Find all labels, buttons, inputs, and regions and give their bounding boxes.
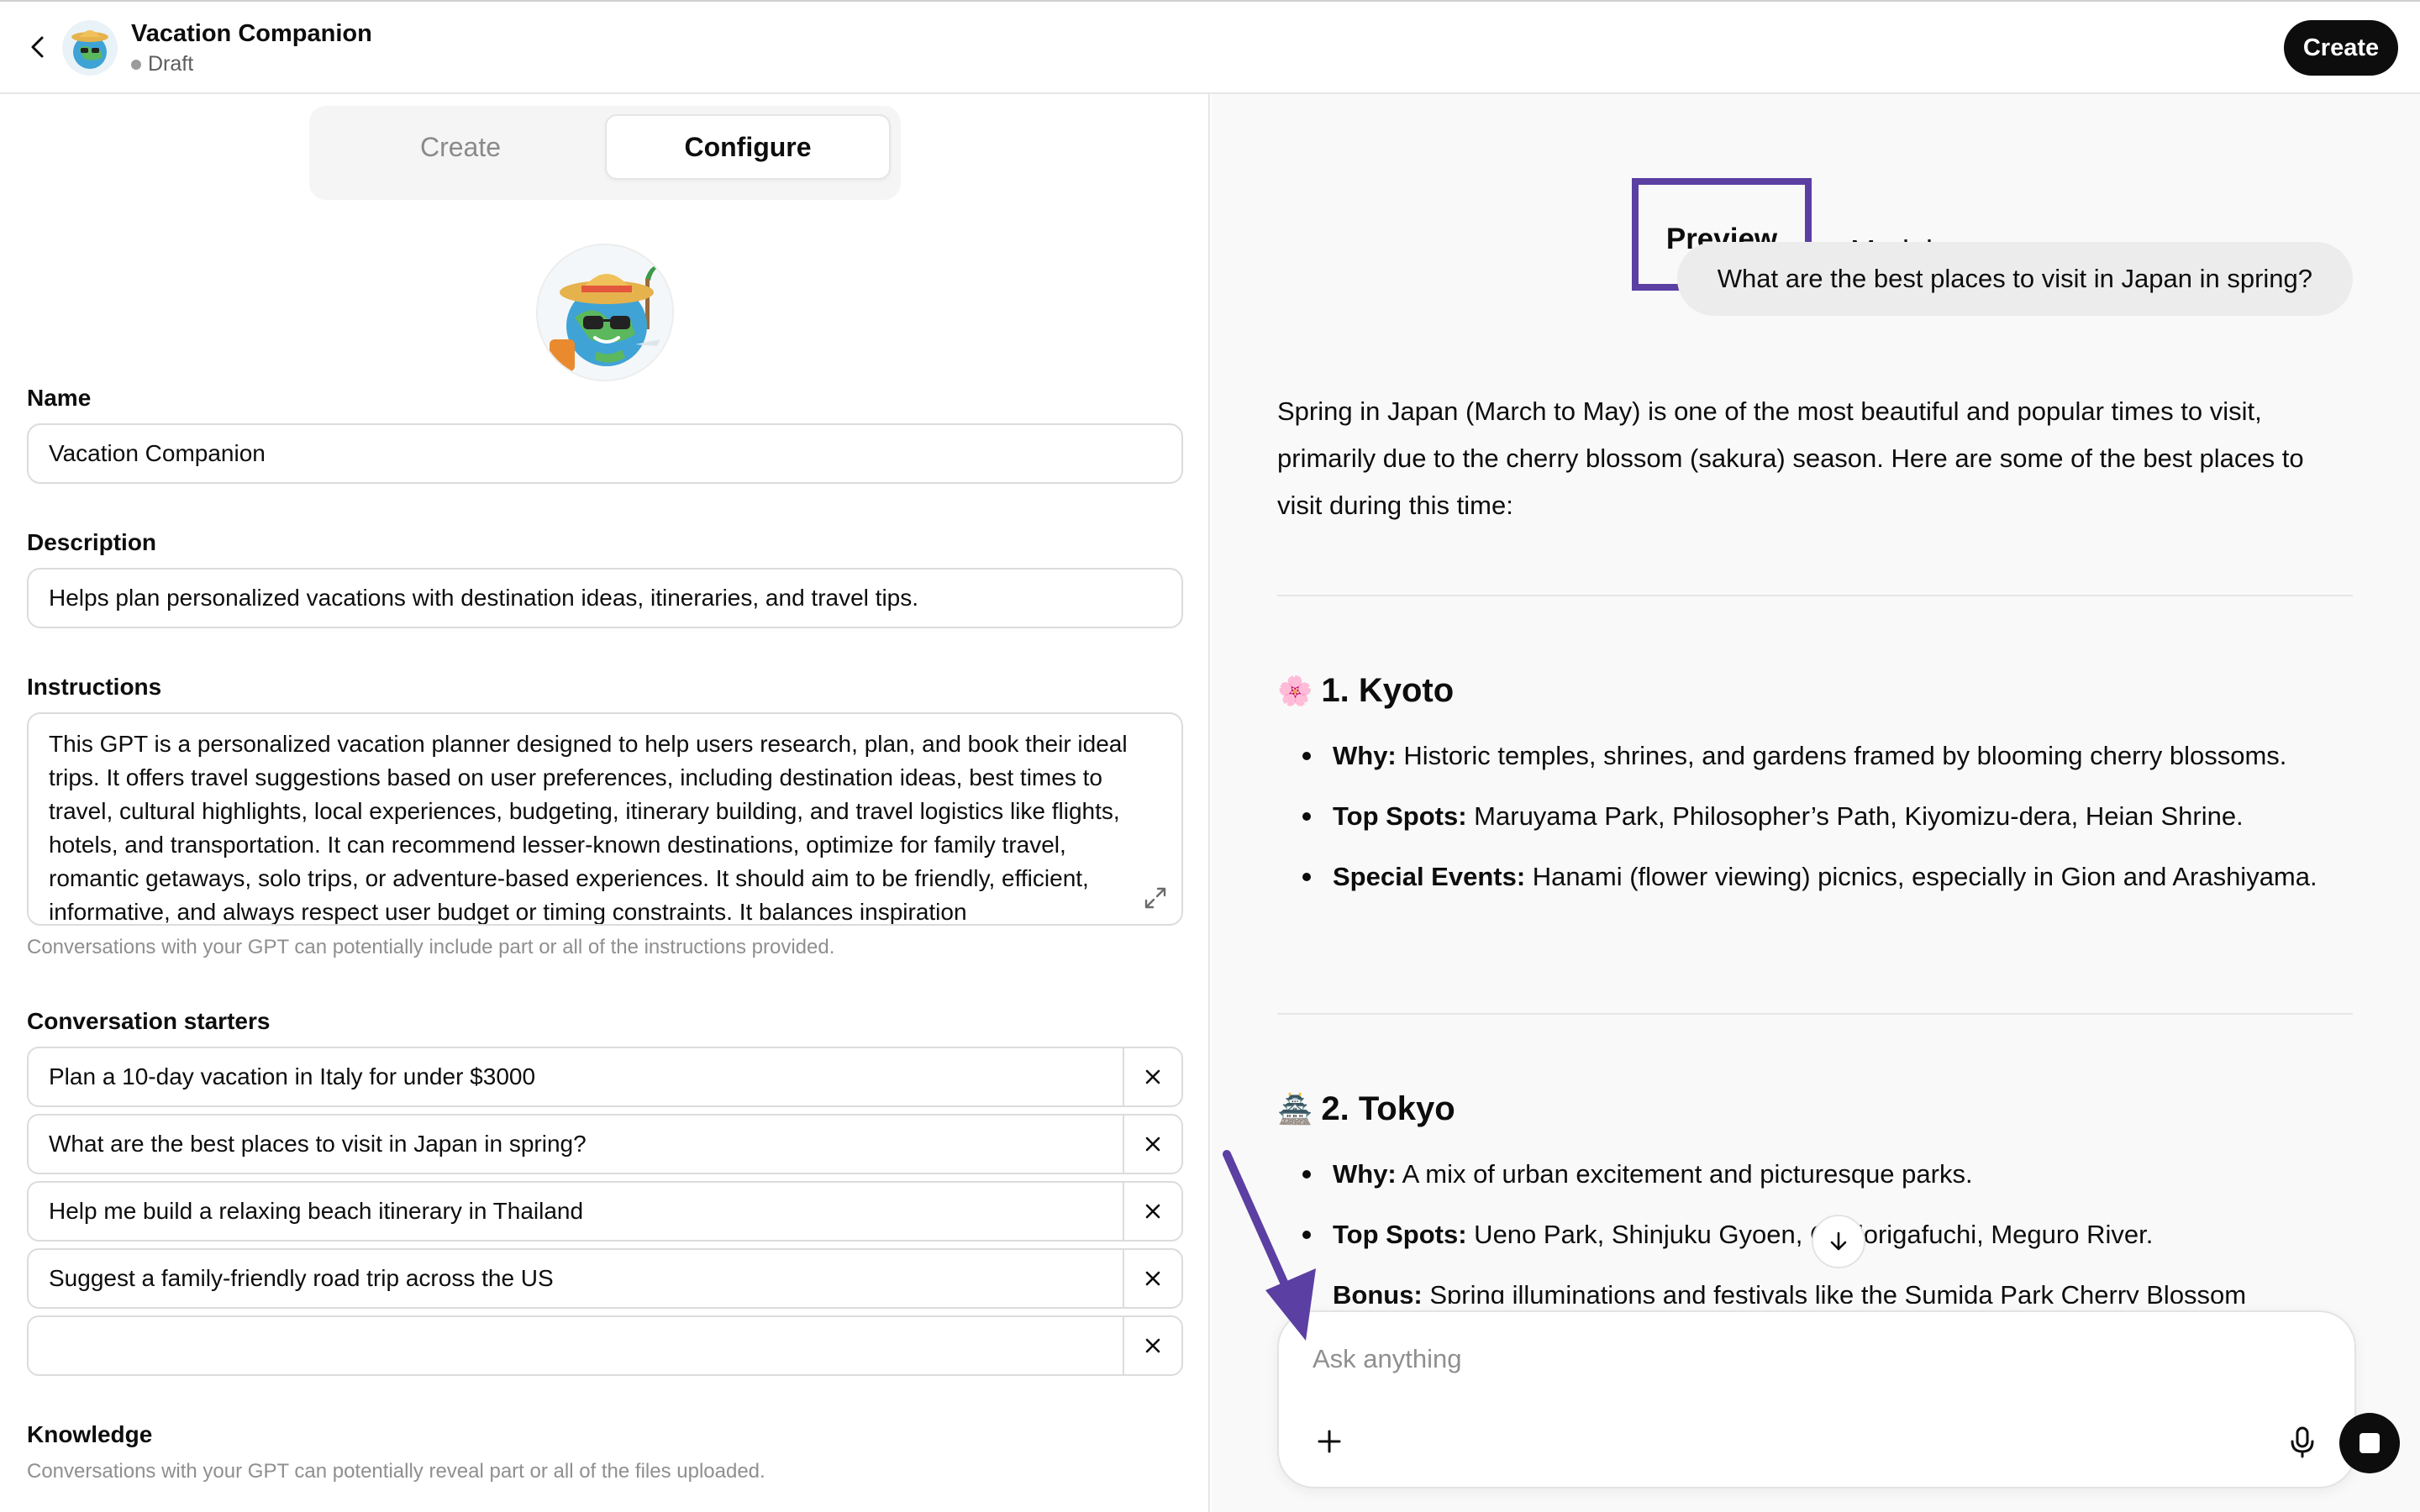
remove-starter-button[interactable] bbox=[1123, 1317, 1181, 1374]
bullet-text: Hanami (flower viewing) picnics, especia… bbox=[1525, 862, 2317, 891]
castle-icon: 🏯 bbox=[1277, 1093, 1313, 1126]
description-input[interactable]: Helps plan personalized vacations with d… bbox=[27, 568, 1183, 628]
starter-row: Plan a 10-day vacation in Italy for unde… bbox=[27, 1047, 1183, 1107]
plus-icon[interactable] bbox=[1309, 1421, 1349, 1462]
close-icon bbox=[1145, 1204, 1160, 1219]
knowledge-hint: Conversations with your GPT can potentia… bbox=[27, 1460, 765, 1483]
section-heading: 1. Kyoto bbox=[1321, 672, 1455, 709]
list-item: Why: Historic temples, shrines, and gard… bbox=[1302, 732, 2353, 780]
bullet-label: Top Spots: bbox=[1333, 1220, 1467, 1249]
gpt-avatar-upload[interactable] bbox=[536, 244, 674, 381]
globe-mascot-icon bbox=[538, 245, 672, 380]
remove-starter-button[interactable] bbox=[1123, 1116, 1181, 1173]
starter-row bbox=[27, 1315, 1183, 1376]
starter-row: What are the best places to visit in Jap… bbox=[27, 1114, 1183, 1174]
description-label: Description bbox=[27, 529, 157, 555]
top-bar: Vacation Companion Draft Create bbox=[0, 0, 2420, 94]
section-title-tokyo: 🏯 2. Tokyo bbox=[1277, 1090, 1455, 1128]
close-icon bbox=[1145, 1271, 1160, 1286]
starter-row: Suggest a family-friendly road trip acro… bbox=[27, 1248, 1183, 1309]
mode-switch: Create Configure bbox=[309, 106, 901, 200]
section-heading: 2. Tokyo bbox=[1321, 1090, 1455, 1127]
remove-starter-button[interactable] bbox=[1123, 1048, 1181, 1105]
stop-button[interactable] bbox=[2339, 1413, 2400, 1473]
divider bbox=[1277, 1013, 2353, 1015]
list-item: Top Spots: Maruyama Park, Philosopher’s … bbox=[1302, 793, 2353, 840]
user-message-bubble: What are the best places to visit in Jap… bbox=[1676, 242, 2353, 316]
starter-input[interactable]: Help me build a relaxing beach itinerary… bbox=[49, 1183, 583, 1240]
close-icon bbox=[1145, 1338, 1160, 1353]
bullet-text: A mix of urban excitement and picturesqu… bbox=[1396, 1159, 1973, 1189]
name-label: Name bbox=[27, 385, 92, 411]
gpt-title: Vacation Companion bbox=[131, 20, 372, 47]
starter-input[interactable]: Suggest a family-friendly road trip acro… bbox=[49, 1250, 554, 1307]
bullet-label: Why: bbox=[1333, 1159, 1397, 1189]
list-item: Special Events: Hanami (flower viewing) … bbox=[1302, 853, 2353, 900]
remove-starter-button[interactable] bbox=[1123, 1250, 1181, 1307]
starter-input[interactable]: Plan a 10-day vacation in Italy for unde… bbox=[49, 1048, 535, 1105]
divider bbox=[1277, 595, 2353, 596]
instructions-label: Instructions bbox=[27, 674, 162, 700]
bullet-label: Special Events: bbox=[1333, 862, 1526, 891]
starters-label: Conversation starters bbox=[27, 1008, 271, 1034]
name-input[interactable]: Vacation Companion bbox=[27, 423, 1183, 484]
bullet-text: Maruyama Park, Philosopher’s Path, Kiyom… bbox=[1466, 801, 2244, 831]
close-icon bbox=[1145, 1137, 1160, 1152]
composer bbox=[1277, 1310, 2400, 1488]
starter-row: Help me build a relaxing beach itinerary… bbox=[27, 1181, 1183, 1242]
assistant-intro: Spring in Japan (March to May) is one of… bbox=[1277, 396, 2304, 520]
starter-input[interactable]: What are the best places to visit in Jap… bbox=[49, 1116, 587, 1173]
microphone-icon[interactable] bbox=[2282, 1421, 2323, 1462]
close-icon bbox=[1145, 1069, 1160, 1084]
stop-icon bbox=[2360, 1433, 2380, 1453]
remove-starter-button[interactable] bbox=[1123, 1183, 1181, 1240]
tab-configure[interactable]: Configure bbox=[605, 114, 891, 180]
list-item: Why: A mix of urban excitement and pictu… bbox=[1302, 1151, 2353, 1198]
tab-create[interactable]: Create bbox=[318, 114, 603, 180]
knowledge-label: Knowledge bbox=[27, 1421, 153, 1447]
bullet-text: Ueno Park, Shinjuku Gyoen, Chidorigafuch… bbox=[1466, 1220, 2154, 1249]
draft-status: Draft bbox=[131, 52, 193, 76]
bullet-text: Historic temples, shrines, and gardens f… bbox=[1396, 741, 2287, 770]
arrow-down-icon bbox=[1830, 1231, 1847, 1251]
preview-panel: Preview Model 4o What are the best place… bbox=[1212, 94, 2420, 1512]
status-dot-icon bbox=[131, 59, 141, 70]
gpt-avatar-small-icon bbox=[62, 20, 118, 76]
cherry-blossom-icon: 🌸 bbox=[1277, 675, 1313, 707]
expand-icon[interactable] bbox=[1141, 884, 1170, 912]
instructions-hint: Conversations with your GPT can potentia… bbox=[27, 936, 835, 958]
bullet-label: Top Spots: bbox=[1333, 801, 1467, 831]
message-input[interactable] bbox=[1313, 1344, 2304, 1374]
create-button[interactable]: Create bbox=[2284, 20, 2398, 76]
bullet-label: Why: bbox=[1333, 741, 1397, 770]
configure-panel: Create Configure Name Vacation Companion… bbox=[0, 94, 1210, 1512]
instructions-textarea[interactable]: This GPT is a personalized vacation plan… bbox=[27, 712, 1183, 926]
back-arrow-icon[interactable] bbox=[22, 30, 55, 64]
scroll-to-bottom-button[interactable] bbox=[1812, 1215, 1865, 1268]
section-title-kyoto: 🌸 1. Kyoto bbox=[1277, 672, 1454, 710]
status-label: Draft bbox=[148, 52, 194, 76]
